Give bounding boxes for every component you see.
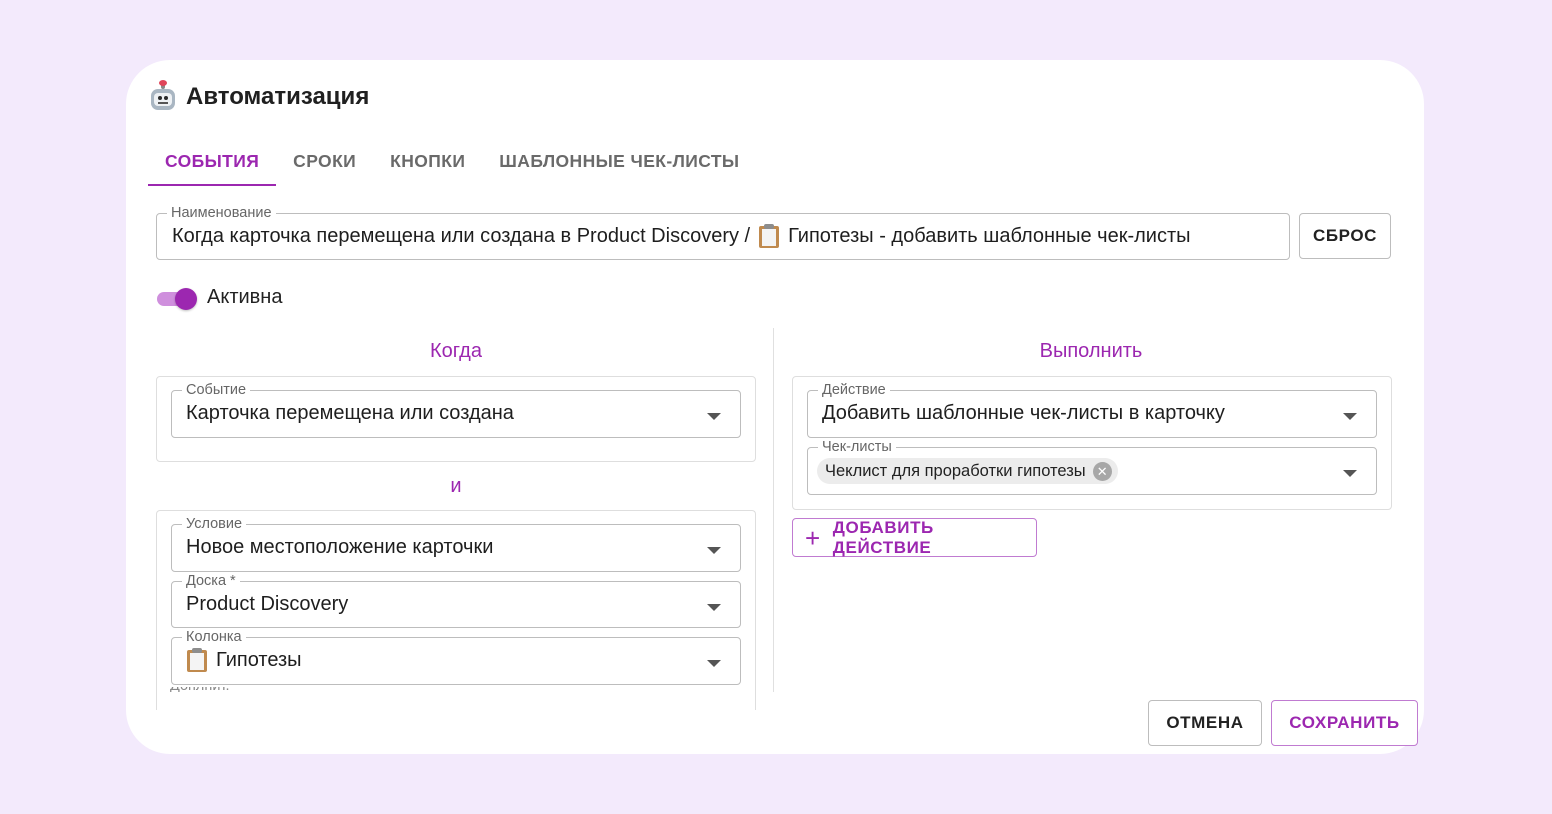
chevron-down-icon xyxy=(707,604,721,611)
column-select[interactable]: Колонка Гипотезы xyxy=(171,629,741,685)
name-field[interactable]: Наименование Когда карточка перемещена и… xyxy=(156,205,1290,260)
chevron-down-icon xyxy=(707,547,721,554)
tab-buttons[interactable]: КНОПКИ xyxy=(373,140,482,182)
checklist-chip-label: Чеклист для проработки гипотезы xyxy=(825,462,1086,480)
tab-deadlines[interactable]: СРОКИ xyxy=(276,140,373,182)
condition-select-label: Условие xyxy=(182,516,247,533)
and-label: и xyxy=(450,475,462,497)
name-field-value-suffix: Гипотезы - добавить шаблонные чек-листы xyxy=(788,225,1191,247)
dialog-title-text: Автоматизация xyxy=(186,83,370,110)
plus-icon: + xyxy=(805,522,821,553)
board-select-value: Product Discovery xyxy=(186,593,349,615)
name-field-value-prefix: Когда карточка перемещена или создана в … xyxy=(172,225,751,247)
checklists-select-value: Чеклист для проработки гипотезы ✕ xyxy=(817,458,1118,484)
tab-events[interactable]: СОБЫТИЯ xyxy=(148,140,277,186)
condition-select-value: Новое местоположение карточки xyxy=(186,536,494,558)
automation-dialog: Автоматизация СОБЫТИЯ СРОКИ КНОПКИ ШАБЛО… xyxy=(126,60,1424,754)
clipped-field-label: Доплнит. xyxy=(170,687,260,692)
checklists-select-label: Чек-листы xyxy=(818,439,896,456)
name-field-value: Когда карточка перемещена или создана в … xyxy=(172,224,1191,248)
chevron-down-icon xyxy=(707,413,721,420)
column-select-label: Колонка xyxy=(182,629,246,646)
event-select-value: Карточка перемещена или создана xyxy=(186,402,514,424)
action-select[interactable]: Действие Добавить шаблонные чек-листы в … xyxy=(807,382,1377,438)
reset-button[interactable]: СБРОС xyxy=(1299,213,1391,259)
chevron-down-icon xyxy=(707,660,721,667)
column-divider xyxy=(773,328,774,692)
clipboard-icon xyxy=(186,648,208,672)
action-select-label: Действие xyxy=(818,382,890,399)
add-action-button[interactable]: + ДОБАВИТЬ ДЕЙСТВИЕ xyxy=(792,518,1037,557)
chevron-down-icon xyxy=(1343,413,1357,420)
add-action-button-label: ДОБАВИТЬ ДЕЙСТВИЕ xyxy=(832,517,934,557)
column-select-value: Гипотезы xyxy=(186,648,302,672)
execute-heading: Выполнить xyxy=(1039,340,1143,362)
checklists-select[interactable]: Чек-листы Чеклист для проработки гипотез… xyxy=(807,439,1377,495)
chip-remove-icon[interactable]: ✕ xyxy=(1092,461,1112,481)
cancel-button[interactable]: ОТМЕНА xyxy=(1148,700,1262,746)
event-select[interactable]: Событие Карточка перемещена или создана xyxy=(171,382,741,438)
tab-bar: СОБЫТИЯ СРОКИ КНОПКИ ШАБЛОННЫЕ ЧЕК-ЛИСТЫ xyxy=(148,140,756,186)
checklist-chip[interactable]: Чеклист для проработки гипотезы ✕ xyxy=(817,458,1118,484)
event-select-label: Событие xyxy=(182,382,251,399)
board-select-label: Доска * xyxy=(182,573,240,590)
active-toggle[interactable] xyxy=(157,288,199,310)
save-button[interactable]: СОХРАНИТЬ xyxy=(1271,700,1418,746)
column-select-value-text: Гипотезы xyxy=(216,649,302,671)
board-select[interactable]: Доска * Product Discovery xyxy=(171,573,741,628)
chevron-down-icon xyxy=(1343,470,1357,477)
robot-icon xyxy=(149,80,177,111)
clipboard-icon xyxy=(758,224,780,248)
action-select-value: Добавить шаблонные чек-листы в карточку xyxy=(822,402,1225,424)
active-toggle-label: Активна xyxy=(207,286,283,308)
dialog-title: Автоматизация xyxy=(149,80,369,114)
name-field-label: Наименование xyxy=(167,205,276,222)
tab-checklist-templates[interactable]: ШАБЛОННЫЕ ЧЕК-ЛИСТЫ xyxy=(482,140,756,182)
condition-select[interactable]: Условие Новое местоположение карточки xyxy=(171,516,741,572)
when-heading: Когда xyxy=(430,340,482,362)
